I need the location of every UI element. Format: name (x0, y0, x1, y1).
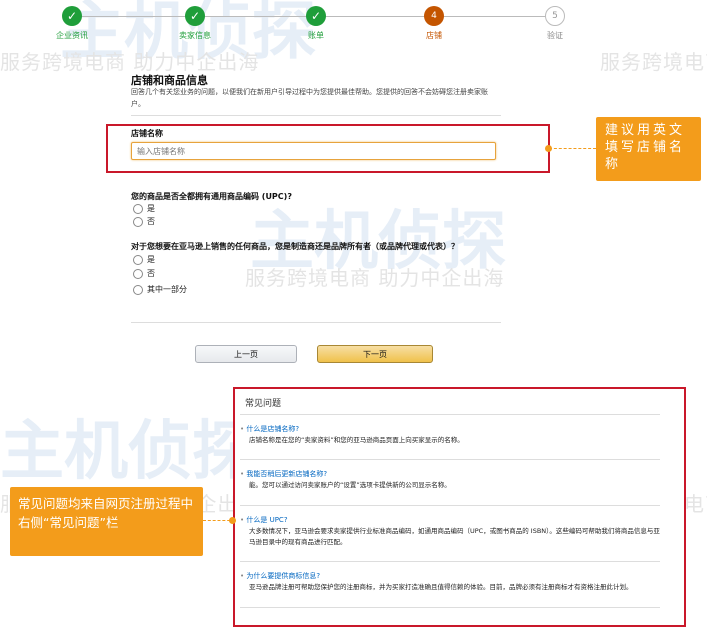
faq-answer: 店铺名称是在您的“卖家资料”和您的亚马逊商品页面上向买家显示的名称。 (249, 436, 464, 444)
step-label: 卖家信息 (179, 31, 211, 40)
callout-connector (549, 148, 596, 149)
step-number: 5 (545, 6, 565, 26)
faq-answer: 能。您可以通过访问卖家账户的“设置”选项卡提供新的公司显示名称。 (249, 481, 451, 489)
brand-question: 对于您想要在亚马逊上销售的任何商品，您是制造商还是品牌所有者（或品牌代理或代表）… (131, 242, 459, 251)
faq-answer: 大多数情况下，亚马逊会要求卖家提供行业标准商品编码，如通用商品编码（UPC，或图… (249, 527, 660, 546)
store-name-input[interactable] (131, 142, 496, 160)
step-label: 店铺 (426, 31, 442, 40)
brand-radio-some[interactable]: 其中一部分 (133, 284, 187, 295)
store-name-callout: 建议用英文填写店铺名称 (596, 117, 701, 181)
faq-question-link[interactable]: 我能否稍后更新店铺名称? (240, 469, 660, 480)
callout-dot (229, 517, 236, 524)
step-number: 4 (424, 6, 444, 26)
step-label: 验证 (547, 31, 563, 40)
faq-question-link[interactable]: 什么是店铺名称? (240, 424, 660, 435)
step-check-icon: ✓ (185, 6, 205, 26)
brand-radio-yes[interactable]: 是 (133, 254, 155, 265)
step-label: 账单 (308, 31, 324, 40)
faq-item: 为什么要提供商标信息? 亚马逊品牌注册可帮助您保护您的注册商标，并为买家打造准确… (240, 571, 660, 593)
watermark-slogan: 服务跨境电商 助力中企出海 (245, 266, 505, 290)
prev-page-button[interactable]: 上一页 (195, 345, 297, 363)
store-name-label: 店铺名称 (131, 129, 163, 138)
radio-label: 其中一部分 (147, 285, 187, 294)
divider (131, 322, 501, 323)
faq-question-link[interactable]: 为什么要提供商标信息? (240, 571, 660, 582)
watermark-slogan: 服务跨境电商 助力中企出海 (600, 50, 707, 74)
faq-title: 常见问题 (245, 399, 282, 409)
brand-radio-no[interactable]: 否 (133, 268, 155, 279)
faq-item: 什么是 UPC? 大多数情况下，亚马逊会要求卖家提供行业标准商品编码，如通用商品… (240, 515, 660, 548)
faq-question-link[interactable]: 什么是 UPC? (240, 515, 660, 526)
radio-label: 否 (147, 217, 155, 226)
next-page-button[interactable]: 下一页 (317, 345, 433, 363)
divider (240, 561, 660, 562)
divider (240, 459, 660, 460)
upc-question: 您的商品是否全都拥有通用商品编码 (UPC)? (131, 192, 292, 201)
callout-dot (545, 145, 552, 152)
faq-answer: 亚马逊品牌注册可帮助您保护您的注册商标，并为买家打造准确且值得信赖的体验。目前，… (249, 583, 633, 591)
radio-label: 是 (147, 255, 155, 264)
radio-label: 否 (147, 269, 155, 278)
faq-item: 我能否稍后更新店铺名称? 能。您可以通过访问卖家账户的“设置”选项卡提供新的公司… (240, 469, 660, 491)
faq-item: 什么是店铺名称? 店铺名称是在您的“卖家资料”和您的亚马逊商品页面上向买家显示的… (240, 424, 660, 446)
divider (131, 115, 501, 116)
upc-radio-yes[interactable]: 是 (133, 203, 155, 214)
divider (240, 414, 660, 415)
radio-label: 是 (147, 204, 155, 213)
watermark-brand: 主机侦探 (0, 415, 256, 489)
step-check-icon: ✓ (306, 6, 326, 26)
watermark-slogan: 服务跨境电商 助力中企出海 (0, 50, 260, 74)
upc-radio-no[interactable]: 否 (133, 216, 155, 227)
step-check-icon: ✓ (62, 6, 82, 26)
step-label: 企业资讯 (56, 31, 88, 40)
page-description: 回答几个有关您业务的问题，以便我们在新用户引导过程中为您提供最佳帮助。您提供的回… (131, 88, 488, 108)
faq-callout: 常见问题均来自网页注册过程中右侧“常见问题”栏 (10, 487, 203, 556)
divider (240, 505, 660, 506)
divider (240, 607, 660, 608)
